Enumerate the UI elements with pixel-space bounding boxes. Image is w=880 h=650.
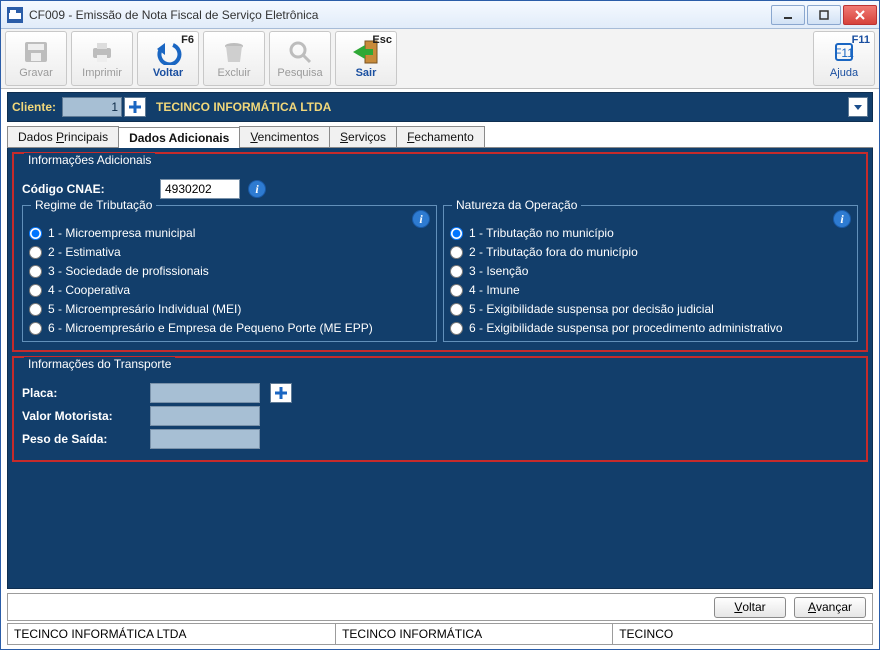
regime-option-2[interactable]: 2 - Estimativa [29,245,430,259]
shortcut-label: F11 [852,34,870,46]
excluir-button[interactable]: Excluir [203,31,265,86]
toolbar: Gravar Imprimir F6 Voltar Excluir Pesq [1,29,879,89]
natureza-option-1[interactable]: 1 - Tributação no município [450,226,851,240]
toolbar-label: Ajuda [830,67,858,79]
svg-text:F11: F11 [834,46,854,60]
cnae-label: Código CNAE: [22,182,152,196]
wizard-nav-bar: Voltar Avançar [7,593,873,621]
shortcut-label: F6 [181,34,194,46]
search-icon [284,38,316,66]
informacoes-adicionais-group: Informações Adicionais Código CNAE: i Re… [12,152,868,352]
tab-servicos[interactable]: Serviços [329,126,397,147]
trash-icon [218,38,250,66]
client-bar: Cliente: TECINCO INFORMÁTICA LTDA [7,92,873,122]
natureza-option-4[interactable]: 4 - Imune [450,283,851,297]
maximize-button[interactable] [807,5,841,25]
client-id-input[interactable] [62,97,122,117]
gravar-button[interactable]: Gravar [5,31,67,86]
regime-option-3[interactable]: 3 - Sociedade de profissionais [29,264,430,278]
toolbar-label: Pesquisa [277,67,322,79]
natureza-option-3[interactable]: 3 - Isenção [450,264,851,278]
placa-add-button[interactable] [270,383,292,403]
peso-saida-input[interactable] [150,429,260,449]
status-cell: TECINCO INFORMÁTICA LTDA [7,623,336,645]
voltar-button[interactable]: F6 Voltar [137,31,199,86]
minimize-button[interactable] [771,5,805,25]
natureza-option-6[interactable]: 6 - Exigibilidade suspensa por procedime… [450,321,851,335]
tab-vencimentos[interactable]: Vencimentos [239,126,330,147]
avancar-wizard-button[interactable]: Avançar [794,597,866,618]
natureza-option-5[interactable]: 5 - Exigibilidade suspensa por decisão j… [450,302,851,316]
regime-option-1[interactable]: 1 - Microempresa municipal [29,226,430,240]
group-legend: Regime de Tributação [31,198,156,212]
client-add-button[interactable] [124,97,146,117]
group-legend: Informações do Transporte [24,357,175,371]
regime-option-4[interactable]: 4 - Cooperativa [29,283,430,297]
title-bar: CF009 - Emissão de Nota Fiscal de Serviç… [1,1,879,29]
peso-saida-label: Peso de Saída: [22,432,142,446]
pesquisa-button[interactable]: Pesquisa [269,31,331,86]
window-title: CF009 - Emissão de Nota Fiscal de Serviç… [29,8,769,22]
group-legend: Informações Adicionais [24,153,155,167]
voltar-wizard-button[interactable]: Voltar [714,597,786,618]
toolbar-label: Sair [356,67,377,79]
tab-dados-adicionais[interactable]: Dados Adicionais [118,127,240,148]
shortcut-label: Esc [372,34,392,46]
imprimir-button[interactable]: Imprimir [71,31,133,86]
main-panel: Informações Adicionais Código CNAE: i Re… [7,148,873,589]
tab-dados-principais[interactable]: Dados Principais [7,126,119,147]
informacoes-transporte-group: Informações do Transporte Placa: Valor M… [12,356,868,462]
tab-fechamento[interactable]: Fechamento [396,126,485,147]
natureza-option-2[interactable]: 2 - Tributação fora do município [450,245,851,259]
close-button[interactable] [843,5,877,25]
toolbar-label: Imprimir [82,67,122,79]
client-label: Cliente: [12,100,56,114]
toolbar-label: Excluir [217,67,250,79]
window-controls [769,5,877,25]
natureza-operacao-group: Natureza da Operação i 1 - Tributação no… [443,205,858,342]
info-icon[interactable]: i [248,180,266,198]
toolbar-label: Gravar [19,67,53,79]
client-name: TECINCO INFORMÁTICA LTDA [156,100,331,114]
save-icon [20,38,52,66]
status-cell: TECINCO [613,623,873,645]
info-icon[interactable]: i [833,210,851,228]
placa-label: Placa: [22,386,142,400]
ajuda-button[interactable]: F11 F11 Ajuda [813,31,875,86]
regime-tributacao-group: Regime de Tributação i 1 - Microempresa … [22,205,437,342]
sair-button[interactable]: Esc Sair [335,31,397,86]
toolbar-label: Voltar [153,67,183,79]
valor-motorista-label: Valor Motorista: [22,409,142,423]
app-icon [7,7,23,23]
app-window: CF009 - Emissão de Nota Fiscal de Serviç… [0,0,880,650]
client-dropdown-button[interactable] [848,97,868,117]
group-legend: Natureza da Operação [452,198,581,212]
regime-option-5[interactable]: 5 - Microempresário Individual (MEI) [29,302,430,316]
undo-icon [152,38,184,66]
placa-input[interactable] [150,383,260,403]
info-icon[interactable]: i [412,210,430,228]
print-icon [86,38,118,66]
status-cell: TECINCO INFORMÁTICA [336,623,613,645]
cnae-input[interactable] [160,179,240,199]
regime-option-6[interactable]: 6 - Microempresário e Empresa de Pequeno… [29,321,430,335]
tab-strip: Dados Principais Dados Adicionais Vencim… [7,126,873,148]
status-bar: TECINCO INFORMÁTICA LTDA TECINCO INFORMÁ… [7,623,873,645]
valor-motorista-input[interactable] [150,406,260,426]
